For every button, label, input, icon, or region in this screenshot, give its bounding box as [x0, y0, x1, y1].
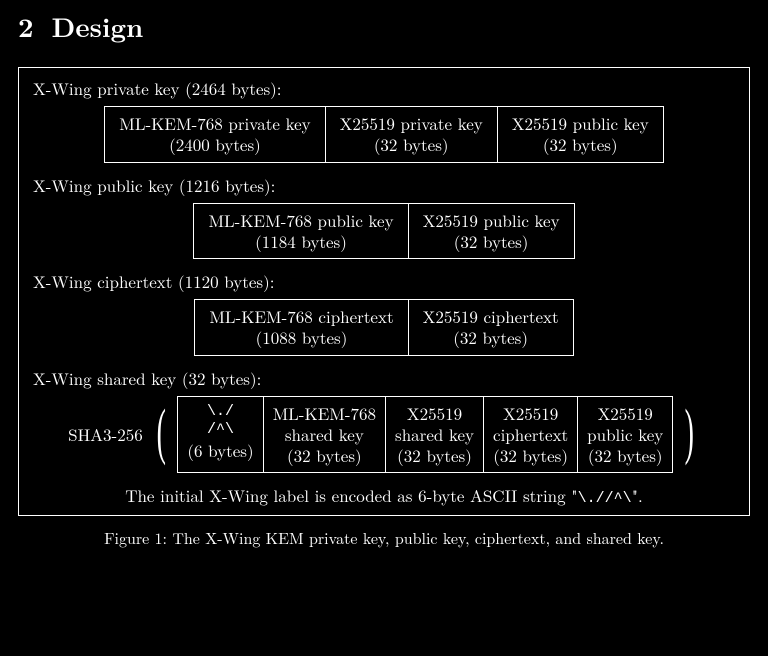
footnote-pre: The initial X-Wing label is encoded as 6… [125, 483, 577, 507]
ss-cell-x25519-pk: X25519 public key (32 bytes) [577, 396, 673, 474]
hash-label: SHA3-256 [68, 422, 143, 446]
cell-text: ML-KEM-768 private key [119, 113, 310, 134]
public-key-title: X-Wing public key (1216 bytes): [33, 173, 735, 197]
ss-cell-mlkem: ML-KEM-768 shared key (32 bytes) [263, 396, 385, 474]
ss-cell-x25519-ss: X25519 shared key (32 bytes) [385, 396, 483, 474]
cell-bytes: (32 bytes) [273, 445, 376, 466]
open-paren-icon: ( [156, 409, 165, 456]
private-key-title: X-Wing private key (2464 bytes): [33, 76, 735, 100]
shared-key-title: X-Wing shared key (32 bytes): [33, 366, 735, 390]
cell-text: ML-KEM-768 public key [208, 210, 393, 231]
cell-text2: shared key [273, 424, 376, 445]
cell-bytes: (32 bytes) [340, 134, 483, 155]
cell-bytes: (6 bytes) [187, 440, 253, 461]
ss-cell-label: \./ /^\ (6 bytes) [177, 396, 262, 474]
pub-cell-x25519: X25519 public key (32 bytes) [408, 203, 575, 260]
figure-box: X-Wing private key (2464 bytes): ML-KEM-… [18, 67, 750, 516]
close-paren-icon: ) [685, 409, 694, 456]
shared-key-group: X-Wing shared key (32 bytes): SHA3-256 (… [33, 366, 735, 474]
cell-text2: public key [587, 424, 663, 445]
ct-cell-mlkem: ML-KEM-768 ciphertext (1088 bytes) [194, 299, 407, 356]
cell-bytes: (32 bytes) [395, 445, 474, 466]
figure-caption: Figure 1: The X-Wing KEM private key, pu… [18, 526, 750, 549]
footnote-ascii: \.//^\ [578, 490, 632, 507]
public-key-cells: ML-KEM-768 public key (1184 bytes) X2551… [33, 203, 735, 260]
cell-bytes: (2400 bytes) [119, 134, 310, 155]
cell-text: X25519 public key [512, 113, 649, 134]
cell-bytes: (32 bytes) [512, 134, 649, 155]
pub-cell-mlkem: ML-KEM-768 public key (1184 bytes) [193, 203, 407, 260]
cell-bytes: (1088 bytes) [209, 327, 393, 348]
shared-key-row: SHA3-256 ( \./ /^\ (6 bytes) ML-KEM-768 … [33, 396, 735, 474]
cell-text: ML-KEM-768 ciphertext [209, 306, 393, 327]
ciphertext-title: X-Wing ciphertext (1120 bytes): [33, 269, 735, 293]
cell-text: X25519 private key [340, 113, 483, 134]
page: 2 Design X-Wing private key (2464 bytes):… [0, 0, 768, 559]
priv-cell-mlkem: ML-KEM-768 private key (2400 bytes) [104, 106, 324, 163]
section-number: 2 [18, 6, 34, 45]
ss-cell-x25519-ct: X25519 ciphertext (32 bytes) [483, 396, 577, 474]
cell-text: X25519 [395, 403, 474, 424]
shared-key-cells: \./ /^\ (6 bytes) ML-KEM-768 shared key … [177, 396, 673, 474]
section-title: Design [52, 6, 144, 45]
cell-bytes: (32 bytes) [493, 445, 568, 466]
section-heading: 2 Design [18, 6, 750, 45]
cell-text: X25519 [587, 403, 663, 424]
priv-cell-x25519-priv: X25519 private key (32 bytes) [325, 106, 497, 163]
cell-text: ML-KEM-768 [273, 403, 376, 424]
cell-text: X25519 public key [423, 210, 560, 231]
cell-text: X25519 [493, 403, 568, 424]
label-footnote: The initial X-Wing label is encoded as 6… [33, 483, 735, 507]
ciphertext-group: X-Wing ciphertext (1120 bytes): ML-KEM-7… [33, 269, 735, 356]
cell-bytes: (1184 bytes) [208, 231, 393, 252]
cell-text2: ciphertext [493, 424, 568, 445]
ct-cell-x25519: X25519 ciphertext (32 bytes) [408, 299, 574, 356]
private-key-cells: ML-KEM-768 private key (2400 bytes) X255… [33, 106, 735, 163]
private-key-group: X-Wing private key (2464 bytes): ML-KEM-… [33, 76, 735, 163]
priv-cell-x25519-pub: X25519 public key (32 bytes) [497, 106, 664, 163]
ascii-art-l1: \./ [187, 403, 253, 422]
cell-bytes: (32 bytes) [423, 327, 559, 348]
cell-bytes: (32 bytes) [587, 445, 663, 466]
cell-text: X25519 ciphertext [423, 306, 559, 327]
ciphertext-cells: ML-KEM-768 ciphertext (1088 bytes) X2551… [33, 299, 735, 356]
cell-bytes: (32 bytes) [423, 231, 560, 252]
public-key-group: X-Wing public key (1216 bytes): ML-KEM-7… [33, 173, 735, 260]
cell-text2: shared key [395, 424, 474, 445]
footnote-post: ". [632, 483, 643, 507]
